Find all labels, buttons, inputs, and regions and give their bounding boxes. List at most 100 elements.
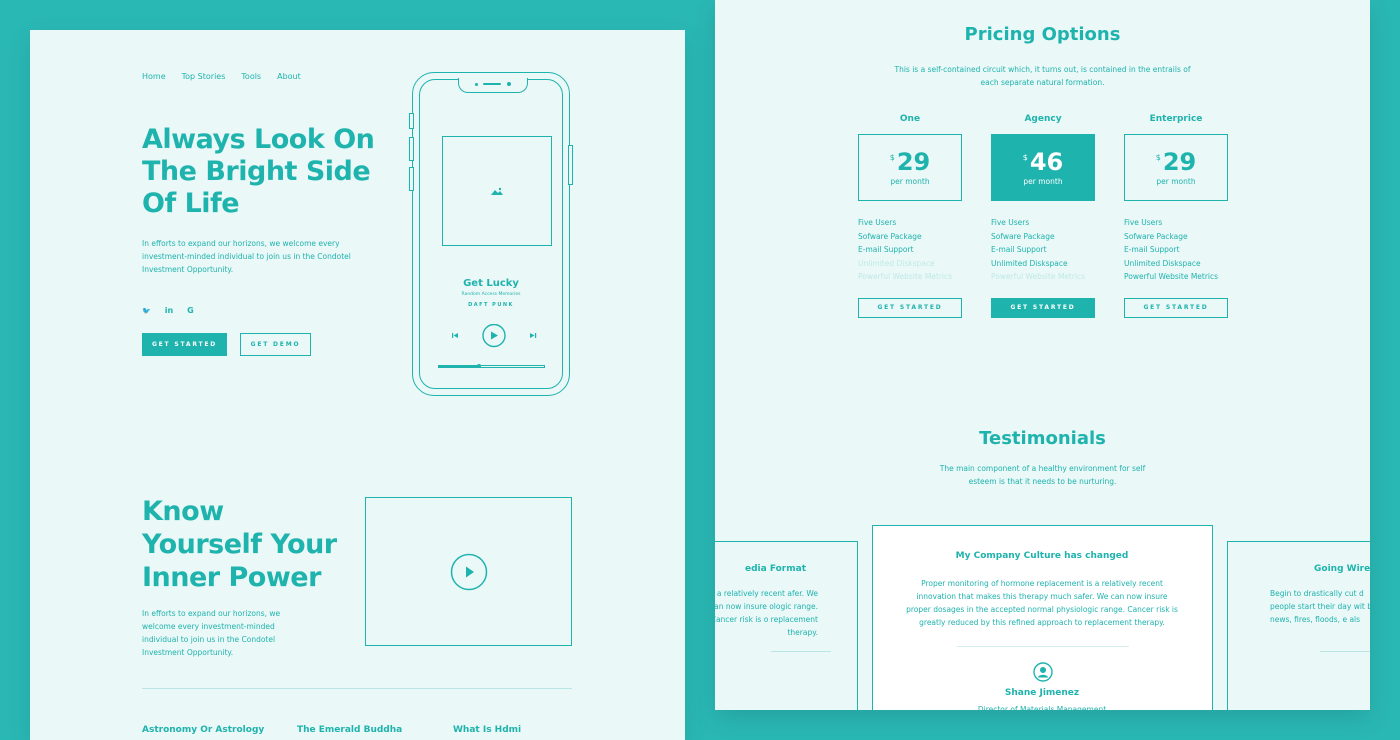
testimonial-title: edia Format xyxy=(745,564,806,574)
feature-item: Five Users xyxy=(1124,218,1163,227)
feature-item: Unlimited Diskspace xyxy=(1124,258,1201,268)
phone-side-button xyxy=(568,145,573,185)
price-amount: 29 xyxy=(896,148,931,176)
feature-item: E-mail Support xyxy=(1124,245,1180,254)
landing-page-panel: Home Top Stories Tools About Always Look… xyxy=(30,30,685,740)
album-art-placeholder xyxy=(442,136,552,246)
plan-card: Enterprice $29 per month Five Users Sofw… xyxy=(1124,114,1228,318)
image-icon xyxy=(491,187,503,195)
feature-list: Five Users Sofware Package E-mail Suppor… xyxy=(1124,216,1228,284)
author-name: Shane Jimenez xyxy=(1004,688,1080,698)
social-links: 🐦 in G xyxy=(142,306,194,315)
feature-item-disabled: Unlimited Diskspace xyxy=(858,258,935,268)
phone-mockup: Get Lucky Random Access Memories DAFT PU… xyxy=(409,72,573,396)
hero-title: Always Look On The Bright Side Of Life xyxy=(142,124,375,219)
price-box: $46 per month xyxy=(991,134,1095,201)
feature-item-disabled: Powerful Website Metrics xyxy=(991,272,1086,281)
main-nav: Home Top Stories Tools About xyxy=(142,72,301,81)
feature-item: Sofware Package xyxy=(1124,231,1188,241)
plan-name: Enterprice xyxy=(1149,114,1203,124)
next-icon[interactable] xyxy=(530,333,537,338)
testimonials-subtitle: The main component of a healthy environm… xyxy=(939,464,1146,486)
play-icon[interactable] xyxy=(482,324,506,348)
pricing-subtitle: This is a self-contained circuit which, … xyxy=(894,65,1191,87)
article-title[interactable]: The Emerald Buddha xyxy=(297,725,402,735)
price-box: $29 per month xyxy=(858,134,962,201)
currency-symbol: $ xyxy=(1155,153,1161,162)
price-period: per month xyxy=(1156,177,1196,186)
twitter-icon[interactable]: 🐦 xyxy=(142,307,151,315)
card-divider xyxy=(771,651,831,652)
phone-notch xyxy=(458,78,528,93)
testimonial-card-partial[interactable]: Going Wirel Begin to drastically cut d p… xyxy=(1227,541,1370,710)
feature-list: Five Users Sofware Package E-mail Suppor… xyxy=(991,216,1095,284)
feature-item: Five Users xyxy=(991,218,1030,227)
plan-card-featured: Agency $46 per month Five Users Sofware … xyxy=(991,114,1095,318)
price-amount: 29 xyxy=(1162,148,1197,176)
progress-bar[interactable] xyxy=(438,364,545,368)
progress-fill xyxy=(439,366,479,367)
testimonial-card-partial[interactable]: edia Format nt is a relatively recent af… xyxy=(715,541,858,710)
phone-screen: Get Lucky Random Access Memories DAFT PU… xyxy=(419,78,563,389)
nav-home[interactable]: Home xyxy=(142,72,166,81)
linkedin-icon[interactable]: in xyxy=(165,306,173,315)
plan-name: Agency xyxy=(1024,114,1062,124)
album-name: Random Access Memories xyxy=(461,292,521,297)
testimonial-text: nt is a relatively recent afer. We can n… xyxy=(715,589,818,637)
video-placeholder[interactable] xyxy=(365,497,572,646)
pricing-title: Pricing Options xyxy=(964,24,1121,45)
plan-card: One $29 per month Five Users Sofware Pac… xyxy=(858,114,962,318)
currency-symbol: $ xyxy=(1022,153,1028,162)
section-divider xyxy=(142,688,572,689)
google-icon[interactable]: G xyxy=(187,306,194,315)
plan-name: One xyxy=(899,114,921,124)
play-icon[interactable] xyxy=(449,552,489,592)
get-started-button[interactable]: GET STARTED xyxy=(142,333,227,356)
article-title[interactable]: Astronomy Or Astrology xyxy=(142,725,264,735)
testimonial-title: My Company Culture has changed xyxy=(955,551,1129,561)
price-period: per month xyxy=(1023,177,1063,186)
plan-get-started-button[interactable]: GET STARTED xyxy=(991,297,1095,318)
feature-list: Five Users Sofware Package E-mail Suppor… xyxy=(858,216,962,284)
card-divider xyxy=(1320,651,1370,652)
avatar-icon xyxy=(1033,662,1053,682)
song-title: Get Lucky xyxy=(463,278,519,289)
get-demo-button[interactable]: GET DEMO xyxy=(240,333,311,356)
phone-side-button xyxy=(409,137,414,161)
phone-side-button xyxy=(409,167,414,191)
feature-item: Sofware Package xyxy=(858,231,922,241)
previous-icon[interactable] xyxy=(452,333,458,338)
plan-get-started-button[interactable]: GET STARTED xyxy=(1124,297,1228,318)
phone-side-button xyxy=(409,113,414,129)
price-box: $29 per month xyxy=(1124,134,1228,201)
nav-tools[interactable]: Tools xyxy=(241,72,261,81)
price-amount: 46 xyxy=(1029,148,1064,176)
testimonial-text: Proper monitoring of hormone replacement… xyxy=(906,579,1178,627)
section-title: Know Yourself Your Inner Power xyxy=(142,496,337,593)
testimonial-title: Going Wirel xyxy=(1314,564,1370,574)
testimonials-title: Testimonials xyxy=(979,428,1106,449)
plan-get-started-button[interactable]: GET STARTED xyxy=(858,297,962,318)
feature-item: Sofware Package xyxy=(991,231,1055,241)
artist-name: DAFT PUNK xyxy=(468,302,514,308)
testimonial-text: Begin to drastically cut d people start … xyxy=(1270,589,1370,624)
feature-item-disabled: Powerful Website Metrics xyxy=(858,272,953,281)
testimonial-card[interactable]: My Company Culture has changed Proper mo… xyxy=(872,525,1213,710)
pricing-page-panel: Pricing Options This is a self-contained… xyxy=(715,0,1370,710)
price-period: per month xyxy=(890,177,930,186)
author-role: Director of Materials Management xyxy=(977,705,1107,710)
currency-symbol: $ xyxy=(889,153,895,162)
nav-top-stories[interactable]: Top Stories xyxy=(182,72,226,81)
progress-knob[interactable] xyxy=(476,364,481,368)
feature-item: Five Users xyxy=(858,218,897,227)
article-title[interactable]: What Is Hdmi xyxy=(453,725,521,735)
feature-item: Powerful Website Metrics xyxy=(1124,272,1219,281)
player-controls xyxy=(452,324,537,348)
nav-about[interactable]: About xyxy=(277,72,301,81)
card-divider xyxy=(957,646,1129,647)
feature-item: Unlimited Diskspace xyxy=(991,258,1068,268)
feature-item: E-mail Support xyxy=(991,245,1047,254)
section-text: In efforts to expand our horizons, we we… xyxy=(142,609,281,657)
hero-text: In efforts to expand our horizons, we we… xyxy=(142,239,351,274)
feature-item: E-mail Support xyxy=(858,245,914,254)
